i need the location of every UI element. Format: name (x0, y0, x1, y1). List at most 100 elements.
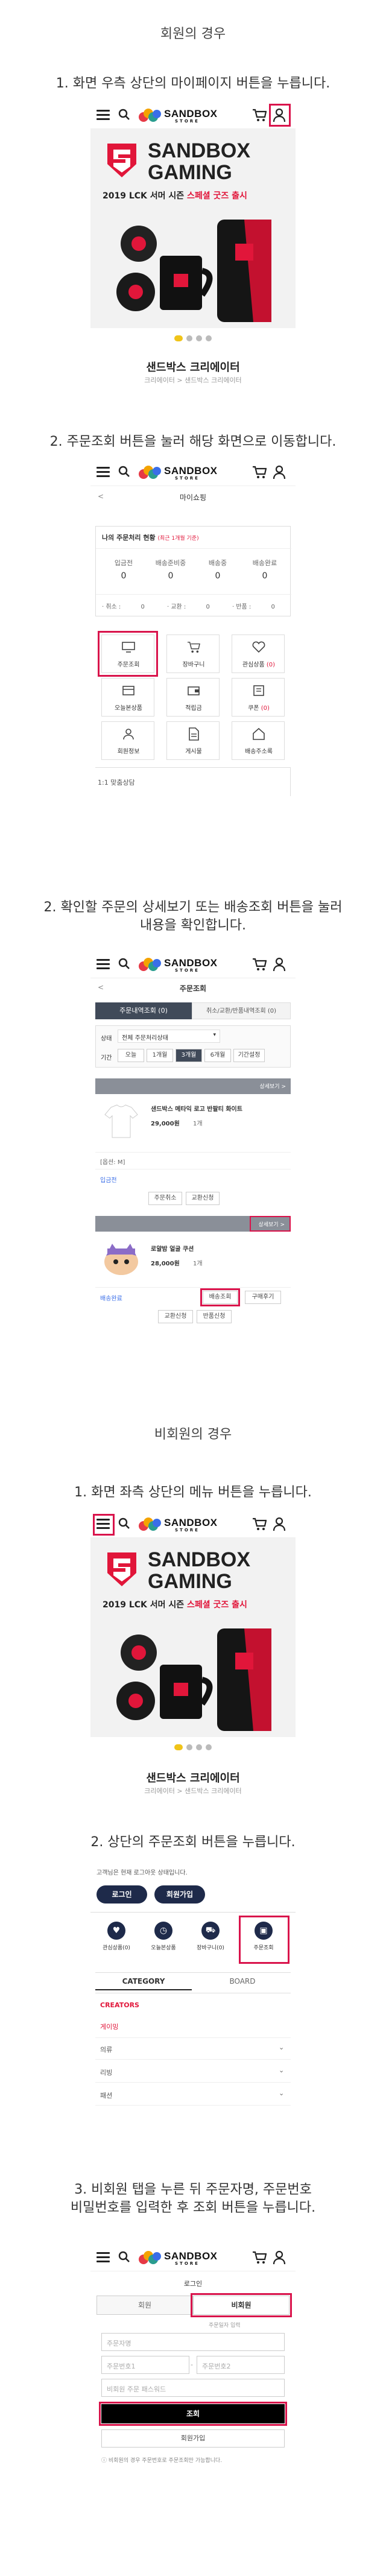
search-icon[interactable] (118, 466, 130, 478)
qa-link[interactable]: 1:1 맞춤상담 (95, 767, 291, 796)
join-link-button[interactable]: 회원가입 (101, 2429, 285, 2448)
status-select[interactable]: 전체 주문처리상태 ▾ (118, 1030, 220, 1043)
merch-image (116, 220, 271, 322)
member-step3-caption: 2. 확인할 주문의 상세보기 또는 배송조회 버튼을 눌러 내용을 확인합니다. (43, 900, 343, 933)
order-number2-input[interactable]: 주문번호2 (197, 2356, 285, 2374)
menu-posts[interactable]: 게시물 (166, 721, 220, 760)
user-icon[interactable] (273, 465, 286, 479)
banner-subtitle: 2019 LCK 서머 시즌 스페셜 굿즈 출시 (103, 191, 247, 201)
tab-board[interactable]: BOARD (194, 1977, 291, 1989)
chevron-down-icon[interactable]: ⌄ (279, 2089, 284, 2097)
menu-recent[interactable]: 오늘본상품 (101, 678, 154, 717)
user-icon[interactable] (273, 957, 286, 972)
status-value-1[interactable]: 0 (148, 571, 194, 581)
order1-exchange-button[interactable]: 교환신청 (186, 1192, 220, 1205)
category-item[interactable]: 리빙 (100, 2068, 112, 2077)
menu-cart[interactable]: 장바구니 (166, 635, 220, 673)
order-number-dash: - (191, 2361, 193, 2369)
join-button[interactable]: 회원가입 (154, 1885, 205, 1904)
promo-banner[interactable]: SANDBOX GAMING 2019 LCK 서머 시즌 스페셜 굿즈 출시 (90, 129, 296, 328)
status-label-3: 배송완료 (252, 559, 277, 567)
period-custom-button[interactable]: 기간설정 (233, 1049, 265, 1062)
login-status-text: 고객님은 현재 로그아웃 상태입니다. (96, 1870, 188, 1876)
carousel-dots[interactable] (169, 1744, 217, 1752)
order1-detail-button[interactable]: 상세보기 > (259, 1082, 286, 1090)
cart-icon[interactable] (252, 466, 267, 479)
carousel-dots[interactable] (169, 335, 217, 343)
menu-icon[interactable] (96, 959, 110, 970)
status-value-3[interactable]: 0 (242, 571, 288, 581)
menu-member-info[interactable]: 회원정보 (101, 721, 154, 760)
store-logo[interactable]: SANDBOX STORE (139, 463, 229, 483)
tab-category[interactable]: CATEGORY (95, 1977, 192, 1990)
menu-address[interactable]: 배송주소록 (232, 721, 285, 760)
login-button[interactable]: 로그인 (96, 1885, 147, 1904)
side-icon-recent[interactable]: ◷ 오늘본상품 (142, 1922, 185, 1960)
search-icon[interactable] (118, 1517, 130, 1530)
tab-member[interactable]: 회원 (96, 2296, 193, 2315)
period-6m-button[interactable]: 6개월 (204, 1049, 231, 1062)
side-icon-wishlist[interactable]: ♥ 관심상품(0) (95, 1922, 138, 1960)
cart-icon[interactable] (252, 2251, 267, 2264)
status-label: 상태 (101, 1036, 112, 1042)
tab-cancel-history[interactable]: 취소/교환/반품내역조회 (0) (192, 1002, 291, 1019)
search-icon[interactable] (118, 2251, 130, 2263)
tab-order-history[interactable]: 주문내역조회 (0) (95, 1002, 192, 1019)
menu-icon[interactable] (96, 2252, 110, 2263)
store-logo[interactable]: SANDBOX STORE (139, 106, 229, 125)
period-3m-button[interactable]: 3개월 (176, 1049, 202, 1062)
user-icon[interactable] (273, 2250, 286, 2265)
menu-points[interactable]: 적립금 (166, 678, 220, 717)
status-label-1: 배송준비중 (155, 559, 186, 567)
chevron-down-icon[interactable]: ⌄ (279, 2066, 284, 2074)
order1-status: 입금전 (100, 1177, 117, 1184)
nonmember-step2-caption: 2. 상단의 주문조회 버튼을 누릅니다. (90, 1835, 296, 1850)
phone-screen-side-menu: 고객님은 현재 로그아웃 상태입니다. 로그인 회원가입 ♥ 관심상품(0) ◷… (90, 1864, 296, 2159)
guest-tab-highlight (191, 2293, 292, 2317)
chevron-down-icon[interactable]: ⌄ (279, 2043, 284, 2051)
order-lookup-highlight (239, 1916, 290, 1964)
logo-sub-text: STORE (175, 476, 200, 481)
category-item[interactable]: 패션 (100, 2090, 112, 2100)
store-logo[interactable]: SANDBOX STORE (139, 1515, 229, 1534)
cart-icon[interactable] (252, 958, 267, 971)
orderer-name-input[interactable]: 주문자명 (101, 2333, 285, 2351)
menu-icon[interactable] (96, 467, 110, 478)
cart-icon[interactable] (252, 109, 267, 122)
guest-password-input[interactable]: 비회원 주문 패스워드 (101, 2379, 285, 2397)
menu-wishlist[interactable]: 관심상품 (0) (232, 635, 285, 673)
period-1m-button[interactable]: 1개월 (147, 1049, 173, 1062)
banner-subtitle: 2019 LCK 서머 시즌 스페셜 굿즈 출시 (103, 1600, 247, 1610)
order1-product-name[interactable]: 샌드박스 메타익 로고 반팔티 화이트 (151, 1104, 242, 1113)
order-date-label: 주문일자 입력 (209, 2323, 241, 2329)
menu-icon[interactable] (96, 110, 110, 121)
store-logo[interactable]: SANDBOX STORE (139, 955, 229, 975)
banner-title: SANDBOX GAMING (148, 1548, 251, 1593)
menu-label: 쿠폰 (0) (248, 705, 270, 712)
store-logo[interactable]: SANDBOX STORE (139, 2248, 229, 2268)
order2-product-name[interactable]: 로얄밤 얼굴 쿠션 (151, 1244, 194, 1253)
menu-coupon[interactable]: 쿠폰 (0) (232, 678, 285, 717)
status-value-0[interactable]: 0 (101, 571, 147, 581)
logo-sub-text: STORE (175, 968, 200, 973)
order2-exchange-button[interactable]: 교환신청 (158, 1310, 193, 1323)
coupon-icon (253, 685, 264, 696)
category-creators[interactable]: CREATORS (100, 2001, 139, 2009)
status-value-2[interactable]: 0 (195, 571, 241, 581)
search-icon[interactable] (118, 958, 130, 970)
period-today-button[interactable]: 오늘 (118, 1049, 144, 1062)
side-icon-cart[interactable]: ⛟ 장바구니(0) (189, 1922, 232, 1960)
order2-review-button[interactable]: 구매후기 (245, 1291, 281, 1304)
category-gaming[interactable]: 게이밍 (100, 2022, 118, 2031)
logo-main-text: SANDBOX (164, 1517, 218, 1528)
promo-banner[interactable]: SANDBOX GAMING 2019 LCK 서머 시즌 스페셜 굿즈 출시 (90, 1538, 296, 1737)
cart-icon: ⛟ (201, 1922, 220, 1940)
search-icon[interactable] (118, 109, 130, 121)
category-item[interactable]: 의류 (100, 2045, 112, 2054)
order1-cancel-button[interactable]: 주문취소 (148, 1192, 182, 1205)
user-icon[interactable] (273, 1517, 286, 1531)
cart-icon[interactable] (252, 1517, 267, 1531)
breadcrumb: 크리에이터 > 샌드박스 크리에이터 (144, 376, 242, 384)
order2-return-button[interactable]: 반품신청 (197, 1310, 232, 1323)
order-number1-input[interactable]: 주문번호1 (101, 2356, 189, 2374)
